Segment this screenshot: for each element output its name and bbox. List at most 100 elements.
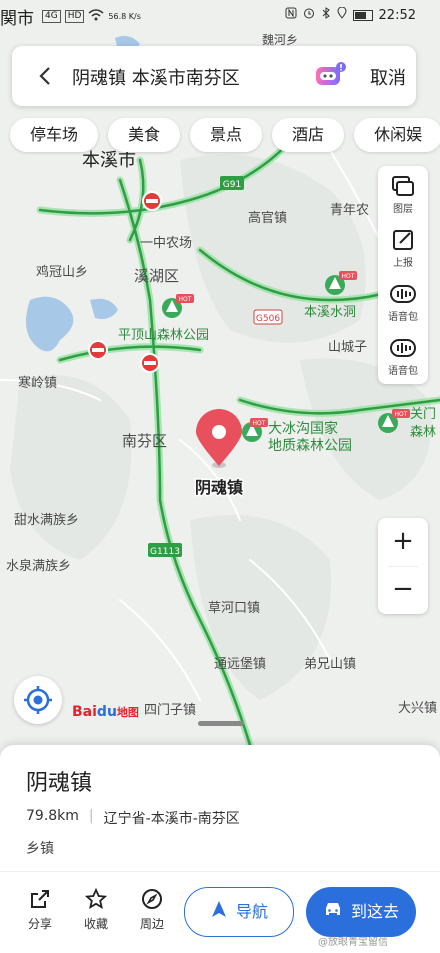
- back-arrow-icon[interactable]: [34, 64, 58, 88]
- no-entry-icon: [142, 191, 162, 211]
- sheet-drag-handle[interactable]: [198, 721, 244, 726]
- tool-voice-pack[interactable]: 语音包: [378, 276, 428, 328]
- place-info: 79.8km | 辽宁省-本溪市-南芬区: [26, 808, 240, 828]
- category-chips: 停车场 美食 景点 酒店 休闲娱: [10, 118, 440, 152]
- locate-button[interactable]: [14, 676, 62, 724]
- star-icon: [76, 887, 116, 911]
- map-label-hanyu: 寒岭镇: [18, 375, 57, 391]
- car-icon: [323, 888, 343, 938]
- report-icon: [378, 228, 428, 252]
- place-name: 阴魂镇: [26, 771, 93, 796]
- map-label-simenzi: 四门子镇: [144, 703, 196, 718]
- tool-voice-pack-2[interactable]: 语音包: [378, 330, 428, 382]
- map-label-guanmen-2: 森林: [410, 425, 436, 440]
- favorite-label: 收藏: [83, 917, 108, 931]
- share-label: 分享: [27, 917, 52, 931]
- svg-text:HOT: HOT: [342, 273, 355, 280]
- map-label-jiguanshan: 鸡冠山乡: [36, 264, 88, 280]
- status-bar: 関市 4G HD 56.8 K/s 22:52: [0, 0, 440, 30]
- battery-icon: [352, 9, 373, 21]
- map-label-tianshui: 甜水满族乡: [14, 512, 79, 528]
- place-type: 乡镇: [26, 841, 54, 857]
- share-icon: [20, 887, 60, 911]
- tool-layers[interactable]: 图层: [378, 168, 428, 220]
- no-entry-icon: [88, 340, 108, 360]
- signal-icon: 4G: [42, 10, 61, 23]
- chip-scenic[interactable]: 景点: [190, 118, 263, 152]
- tool-voice-pack-label: 语音包: [388, 312, 418, 323]
- status-city-fragment: 関市: [0, 9, 34, 29]
- chip-food[interactable]: 美食: [108, 118, 181, 152]
- road-badge-g91: G91: [220, 176, 244, 190]
- map-label-guanmen-1: 关门: [410, 407, 436, 422]
- bluetooth-icon: [321, 7, 331, 23]
- favorite-button[interactable]: 收藏: [76, 887, 116, 932]
- map-label-dixiong: 弟兄山镇: [304, 657, 356, 672]
- wifi-icon: [88, 8, 104, 25]
- place-detail-sheet[interactable]: 阴魂镇 79.8km | 辽宁省-本溪市-南芬区 乡镇 分享 收藏 周边 导航 …: [0, 721, 440, 953]
- search-bar[interactable]: 阴魂镇 本溪市南芬区 取消: [12, 46, 416, 106]
- status-time: 22:52: [378, 7, 416, 23]
- search-query-text[interactable]: 阴魂镇 本溪市南芬区: [72, 64, 240, 90]
- locate-icon: [14, 686, 62, 728]
- watermark: @放眼青宝留信: [318, 937, 388, 948]
- layers-icon: [378, 174, 428, 198]
- map-label-dabinggou-1: 大冰沟国家: [268, 420, 338, 437]
- svg-text:G91: G91: [223, 180, 241, 190]
- cancel-button[interactable]: 取消: [370, 64, 406, 90]
- road-badge-g1113: G1113: [148, 543, 182, 557]
- place-address: 辽宁省-本溪市-南芬区: [103, 811, 240, 827]
- svg-text:HOT: HOT: [179, 296, 192, 303]
- tool-report-label: 上报: [393, 258, 413, 269]
- map-tools-panel: 图层 上报 语音包 语音包: [378, 166, 428, 384]
- navigate-label: 导航: [235, 902, 268, 921]
- tool-layers-label: 图层: [393, 204, 413, 215]
- map-label-target: 阴魂镇: [195, 478, 243, 497]
- nfc-icon: [285, 7, 297, 23]
- map-label-yizhong: 一中农场: [140, 236, 192, 251]
- ai-assistant-icon[interactable]: [314, 61, 346, 91]
- signal-icon: HD: [64, 10, 85, 23]
- net-speed: 56.8 K/s: [108, 12, 141, 21]
- svg-text:HOT: HOT: [395, 411, 408, 418]
- map-label-dayu: 大兴镇: [398, 701, 437, 716]
- map-label-weihe: 魏河乡: [262, 32, 298, 47]
- map-label-xihu: 溪湖区: [134, 267, 179, 285]
- map-label-tongyuanbao: 通远堡镇: [214, 656, 266, 672]
- chip-leisure[interactable]: 休闲娱: [354, 118, 440, 152]
- no-entry-icon: [140, 353, 160, 373]
- svg-text:G506: G506: [256, 314, 280, 324]
- map-label-benxishuidong: 本溪水洞: [304, 305, 356, 320]
- voice-pack-icon: [378, 336, 428, 360]
- zoom-in-button[interactable]: +: [378, 518, 428, 566]
- navigate-button[interactable]: 导航: [184, 887, 294, 937]
- go-here-button[interactable]: 到这去: [306, 887, 416, 937]
- alarm-icon: [303, 7, 315, 23]
- tool-voice-pack-2-label: 语音包: [388, 366, 418, 377]
- info-separator: |: [88, 808, 94, 824]
- zoom-controls: + −: [378, 518, 428, 614]
- road-badge-g506: G506: [253, 309, 283, 325]
- navigation-arrow-icon: [210, 889, 228, 937]
- map-label-gaoguan: 高官镇: [248, 210, 287, 226]
- location-icon: [337, 6, 347, 23]
- map-label-dabinggou-2: 地质森林公园: [268, 438, 352, 454]
- map-label-pingdingshan: 平顶山森林公园: [118, 328, 209, 343]
- chip-hotel[interactable]: 酒店: [272, 118, 345, 152]
- map-view[interactable]: G91 G506 G1113 HOT HOT HOT HOT 本溪市 一中农场 …: [0, 0, 440, 745]
- svg-text:G1113: G1113: [150, 547, 180, 557]
- zoom-out-button[interactable]: −: [378, 566, 428, 614]
- svg-text:HOT: HOT: [253, 420, 266, 427]
- map-label-qingnian: 青年农: [330, 203, 369, 218]
- share-button[interactable]: 分享: [20, 887, 60, 932]
- map-label-caohekou: 草河口镇: [208, 601, 260, 616]
- compass-icon: [132, 887, 172, 911]
- place-distance: 79.8km: [26, 808, 79, 824]
- chip-parking[interactable]: 停车场: [10, 118, 99, 152]
- tool-report[interactable]: 上报: [378, 222, 428, 274]
- map-label-shancheng: 山城子: [328, 340, 367, 355]
- map-label-benxi: 本溪市: [82, 150, 136, 171]
- voice-pack-icon: [378, 282, 428, 306]
- map-label-shuiquan: 水泉满族乡: [6, 558, 71, 574]
- nearby-button[interactable]: 周边: [132, 887, 172, 932]
